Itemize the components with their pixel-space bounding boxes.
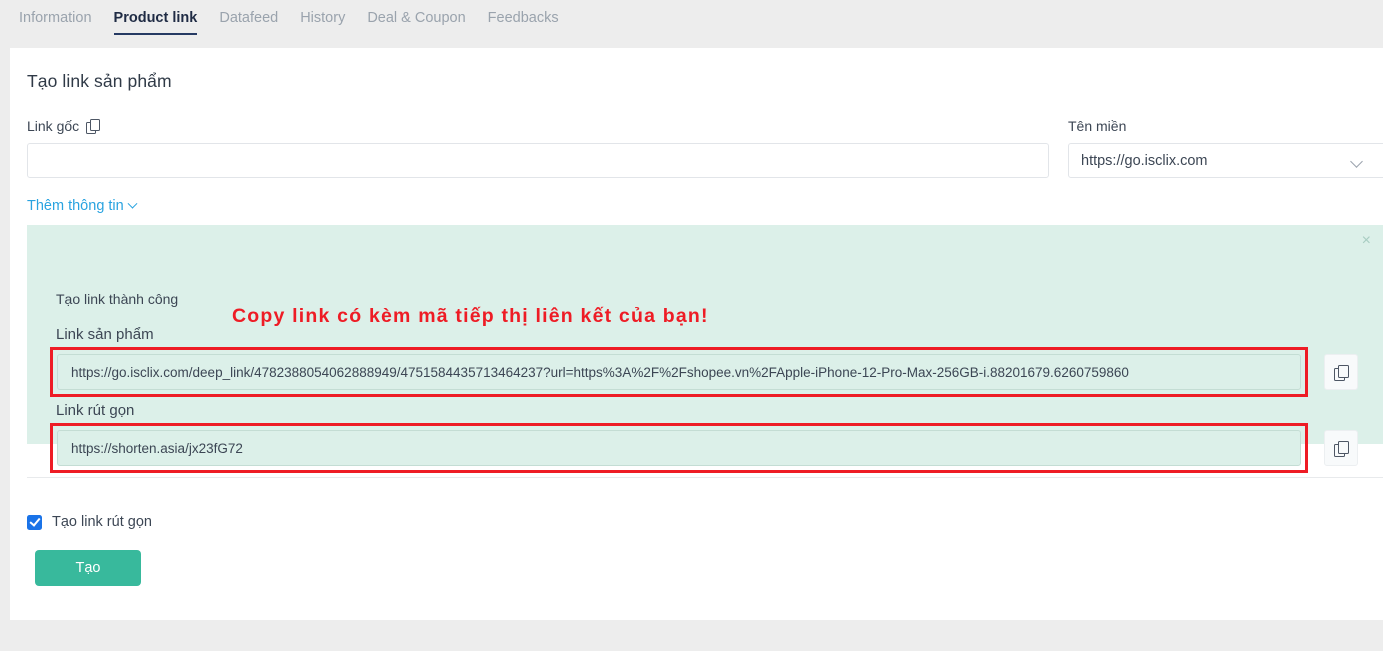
domain-label-row: Tên miền (1068, 118, 1126, 136)
banner-title: Tạo link thành công (56, 291, 179, 307)
tab-product-link[interactable]: Product link (103, 0, 209, 41)
copy-short-link-button[interactable] (1324, 430, 1358, 466)
product-link-input[interactable] (57, 354, 1301, 390)
create-button[interactable]: Tạo (35, 550, 141, 586)
tab-bar: Information Product link Datafeed Histor… (0, 0, 1383, 48)
section-divider (27, 477, 1383, 478)
close-icon[interactable]: × (1362, 233, 1371, 249)
product-link-card: Tạo link sản phẩm Link gốc Tên miền http… (10, 48, 1383, 620)
tab-history[interactable]: History (289, 0, 356, 41)
domain-select[interactable]: https://go.isclix.com (1068, 143, 1383, 178)
tab-information[interactable]: Information (8, 0, 103, 41)
original-link-label: Link gốc (27, 118, 80, 134)
chevron-down-icon (1350, 155, 1363, 168)
create-short-link-checkbox-row[interactable]: Tạo link rút gọn (27, 514, 152, 530)
copy-icon (1334, 440, 1349, 457)
copy-product-link-button[interactable] (1324, 354, 1358, 390)
chevron-down-icon (127, 198, 138, 209)
more-info-label: Thêm thông tin (27, 198, 124, 214)
annotation-text: Copy link có kèm mã tiếp thị liên kết củ… (232, 305, 709, 327)
original-link-input[interactable] (27, 143, 1049, 178)
checkbox-icon[interactable] (27, 514, 42, 530)
create-short-link-checkbox-label: Tạo link rút gọn (52, 514, 152, 530)
short-link-label: Link rút gọn (56, 402, 135, 419)
success-banner: × Tạo link thành công Copy link có kèm m… (27, 225, 1383, 473)
copy-icon (1334, 364, 1349, 381)
more-info-toggle[interactable]: Thêm thông tin (27, 198, 138, 214)
tab-datafeed[interactable]: Datafeed (208, 0, 289, 41)
tab-deal-coupon[interactable]: Deal & Coupon (356, 0, 476, 41)
tab-feedbacks[interactable]: Feedbacks (477, 0, 570, 41)
copy-icon[interactable] (86, 119, 100, 134)
page-title: Tạo link sản phẩm (27, 71, 172, 91)
domain-select-value: https://go.isclix.com (1081, 152, 1208, 169)
domain-label: Tên miền (1068, 118, 1127, 134)
short-link-input[interactable] (57, 430, 1301, 466)
product-link-label: Link sản phẩm (56, 326, 154, 343)
original-link-label-row: Link gốc (27, 118, 100, 134)
